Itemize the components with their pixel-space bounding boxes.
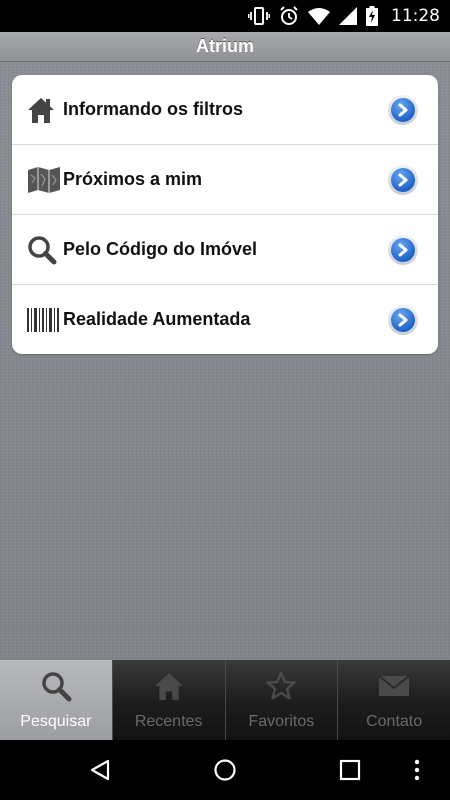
home-icon[interactable] [209, 754, 241, 786]
search-options-list: Informando os filtros Próximos a mim Pel… [12, 75, 438, 354]
status-time: 11:28 [391, 6, 440, 26]
menu-item-label: Pelo Código do Imóvel [63, 239, 258, 259]
chevron-right-icon[interactable] [388, 304, 418, 335]
menu-item-label: Informando os filtros [63, 99, 243, 119]
search-icon [40, 668, 72, 704]
menu-item-nearby[interactable]: Próximos a mim [12, 145, 438, 215]
chevron-right-icon[interactable] [388, 164, 418, 195]
tab-search[interactable]: Pesquisar [0, 660, 112, 740]
vibrate-icon [248, 7, 270, 25]
menu-item-label: Realidade Aumentada [63, 309, 251, 329]
tab-contact[interactable]: Contato [337, 660, 450, 740]
house-icon [27, 95, 61, 125]
tab-label: Favoritos [248, 713, 315, 730]
tab-recent[interactable]: Recentes [111, 660, 225, 740]
menu-item-augmented-reality[interactable]: Realidade Aumentada [12, 285, 438, 354]
map-icon [27, 165, 61, 195]
content-area: Informando os filtros Próximos a mim Pel… [0, 62, 450, 660]
menu-item-property-code[interactable]: Pelo Código do Imóvel [12, 215, 438, 285]
barcode-icon [27, 305, 61, 335]
wifi-icon [308, 7, 330, 25]
back-icon[interactable] [84, 754, 116, 786]
tab-label: Recentes [134, 713, 203, 730]
menu-item-filters[interactable]: Informando os filtros [12, 75, 438, 145]
recents-icon[interactable] [334, 754, 366, 786]
tab-label: Pesquisar [20, 713, 92, 730]
status-bar: 11:28 [0, 0, 450, 32]
tab-favorites[interactable]: Favoritos [224, 660, 338, 740]
house-icon [154, 668, 184, 704]
star-icon [266, 668, 297, 704]
system-nav-bar [0, 740, 450, 800]
battery-charging-icon [366, 6, 378, 26]
chevron-right-icon[interactable] [388, 234, 418, 265]
page-title: Atrium [196, 36, 254, 56]
alarm-icon [279, 6, 299, 26]
more-icon[interactable] [410, 754, 424, 786]
tab-bar: Pesquisar Recentes Favoritos Contato [0, 660, 450, 740]
search-icon [27, 235, 61, 265]
signal-icon [339, 7, 357, 25]
chevron-right-icon[interactable] [388, 94, 418, 125]
menu-item-label: Próximos a mim [63, 169, 203, 189]
title-bar: Atrium [0, 32, 450, 62]
tab-label: Contato [366, 713, 423, 730]
envelope-icon [378, 668, 410, 704]
